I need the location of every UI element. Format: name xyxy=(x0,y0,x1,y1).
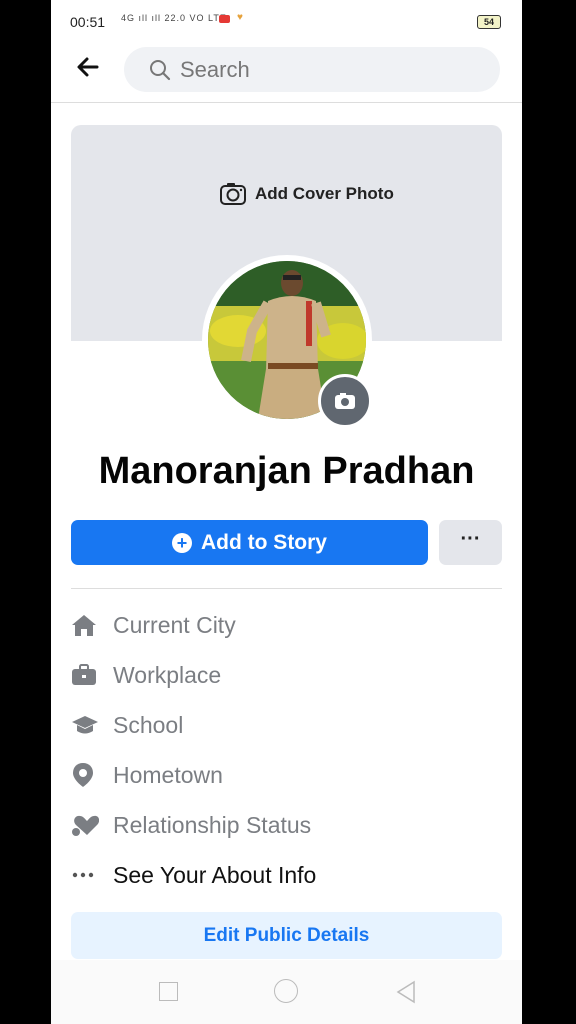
location-pin-icon xyxy=(71,760,101,790)
detail-current-city[interactable]: Current City xyxy=(71,600,502,650)
detail-label: Current City xyxy=(113,611,236,638)
detail-label: School xyxy=(113,711,184,738)
system-nav-bar xyxy=(51,960,522,1024)
camera-icon xyxy=(335,393,355,409)
see-about-info-label: See Your About Info xyxy=(113,861,317,888)
more-options-button[interactable]: ··· xyxy=(439,520,502,565)
edit-public-details-button[interactable]: Edit Public Details xyxy=(71,912,502,959)
app-notification-icon: ♥ xyxy=(237,12,243,23)
detail-relationship-status[interactable]: Relationship Status xyxy=(71,800,502,850)
arrow-left-icon[interactable] xyxy=(75,54,101,80)
status-time: 00:51 xyxy=(70,14,106,30)
add-to-story-label: Add to Story xyxy=(201,530,327,554)
profile-name: Manoranjan Pradhan xyxy=(98,450,475,492)
search-icon xyxy=(150,59,171,80)
briefcase-icon xyxy=(71,660,101,690)
add-to-story-button[interactable]: + Add to Story xyxy=(71,520,428,565)
plus-circle-icon: + xyxy=(172,532,192,553)
profile-screen: 00:51 4G ıll ıll 22.0 VO LTE ♥ 54 Search… xyxy=(51,0,522,1024)
detail-workplace[interactable]: Workplace xyxy=(71,650,502,700)
search-placeholder: Search xyxy=(180,56,250,82)
top-nav: Search xyxy=(51,42,522,103)
add-cover-photo-label: Add Cover Photo xyxy=(255,184,394,203)
status-bar: 00:51 4G ıll ıll 22.0 VO LTE ♥ 54 xyxy=(51,0,522,42)
battery-indicator: 54 xyxy=(477,15,501,29)
youtube-notification-icon xyxy=(219,15,230,23)
camera-icon xyxy=(220,183,246,205)
add-cover-photo-button[interactable]: Add Cover Photo xyxy=(219,181,394,207)
signal-indicators: 4G ıll ıll 22.0 VO LTE xyxy=(121,13,227,23)
detail-hometown[interactable]: Hometown xyxy=(71,750,502,800)
detail-school[interactable]: School xyxy=(71,700,502,750)
change-profile-photo-button[interactable] xyxy=(318,374,372,428)
back-triangle-icon[interactable] xyxy=(395,980,417,1004)
recent-apps-icon[interactable] xyxy=(159,982,178,1001)
heart-icon xyxy=(71,810,101,840)
details-list: Current City Workplace School Hometown R… xyxy=(71,600,502,900)
home-icon xyxy=(71,610,101,640)
detail-label: Hometown xyxy=(113,761,223,788)
search-input[interactable]: Search xyxy=(124,47,500,92)
divider xyxy=(71,588,502,589)
see-about-info[interactable]: See Your About Info xyxy=(71,850,502,900)
home-button-icon[interactable] xyxy=(274,979,298,1003)
ellipsis-icon xyxy=(71,860,101,890)
detail-label: Relationship Status xyxy=(113,811,312,838)
detail-label: Workplace xyxy=(113,661,222,688)
graduation-cap-icon xyxy=(71,710,101,740)
